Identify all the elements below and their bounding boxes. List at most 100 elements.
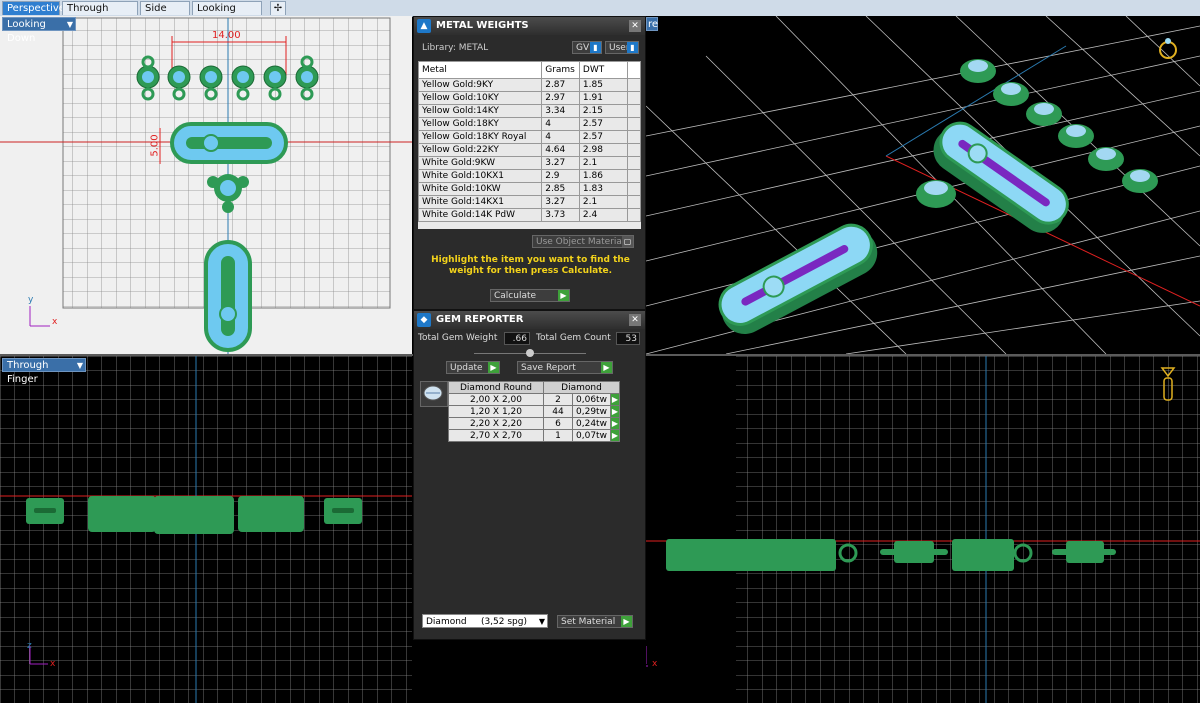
metal-list[interactable]: Metal Grams DWT Yellow Gold:9KY 2.87 1.85 Y… — [418, 61, 641, 229]
material-select[interactable]: Diamond (3,52 spg) ▼ — [422, 614, 548, 628]
metal-cell-metal: Yellow Gold:14KY — [418, 104, 543, 118]
metal-row[interactable]: Yellow Gold:9KY 2.87 1.85 — [418, 78, 641, 92]
gem-table: Diamond Round Diamond 2,00 X 2,00 2 0,06tw ▶ 1… — [448, 381, 620, 442]
metal-cell-dwt: 1.91 — [578, 91, 628, 105]
dimension-height-label: 5.00 — [149, 134, 161, 157]
metal-cell-metal: Yellow Gold:18KY Royal — [418, 130, 543, 144]
gem-reporter-icon: ◆ — [417, 313, 431, 327]
gem-cell-count: 6 — [543, 417, 573, 430]
user-toggle[interactable]: User ▮ — [605, 41, 639, 54]
viewport-looking-down[interactable]: 14.00 5.00 y x Looking Down ▼ — [0, 16, 412, 354]
gem-cell-weight: 0,07tw — [572, 429, 611, 442]
viewport-side-view[interactable]: z x — [646, 356, 1200, 703]
tab-through-finger[interactable]: Through Finger — [62, 1, 138, 28]
metal-cell-spacer — [626, 208, 641, 222]
slider-handle[interactable] — [526, 349, 534, 357]
use-object-materials-toggle[interactable]: Use Object Materials ▢ — [532, 235, 634, 248]
gem-header-row: Diamond Round Diamond — [448, 381, 620, 394]
viewport-menu-looking-down[interactable]: Looking Down ▼ — [2, 17, 76, 44]
gem-row-go-button[interactable]: ▶ — [609, 429, 620, 442]
gem-row[interactable]: 2,20 X 2,20 6 0,24tw ▶ — [448, 417, 620, 430]
metal-cell-metal: Yellow Gold:10KY — [418, 91, 543, 105]
perspective-canvas — [646, 16, 1200, 354]
metal-cell-spacer — [626, 130, 641, 144]
metal-cell-grams: 2.9 — [541, 169, 580, 183]
metal-cell-spacer — [626, 195, 641, 209]
viewport-menu-perspective[interactable]: re — [646, 17, 658, 31]
gem-cell-count: 44 — [543, 405, 573, 418]
axis-x-label-right: x — [652, 659, 658, 669]
gv-toggle[interactable]: GV ▮ — [572, 41, 602, 54]
metal-cell-metal: White Gold:14KX1 — [418, 195, 543, 209]
metal-cell-dwt: 2.98 — [578, 143, 628, 157]
close-icon[interactable]: ✕ — [629, 314, 641, 326]
metal-row[interactable]: Yellow Gold:10KY 2.97 1.91 — [418, 91, 641, 105]
gem-cell-weight: 0,06tw — [572, 393, 611, 406]
metal-row[interactable]: White Gold:10KX1 2.9 1.86 — [418, 169, 641, 183]
metal-cell-spacer — [626, 169, 641, 183]
metal-weights-panel: ▲ METAL WEIGHTS ✕ Library: METAL GV ▮ Use… — [413, 16, 646, 310]
gem-cell-count: 1 — [543, 429, 573, 442]
through-finger-canvas — [0, 356, 412, 703]
gem-row[interactable]: 1,20 X 1,20 44 0,29tw ▶ — [448, 405, 620, 418]
metal-cell-metal: White Gold:9KW — [418, 156, 543, 170]
viewport-menu-through-finger[interactable]: Through Finger ▼ — [2, 358, 86, 385]
metal-row[interactable]: Yellow Gold:18KY Royal 4 2.57 — [418, 130, 641, 144]
tab-side-view[interactable]: Side View — [140, 1, 190, 28]
metal-row[interactable]: White Gold:14KX1 3.27 2.1 — [418, 195, 641, 209]
total-gem-weight-label: Total Gem Weight — [418, 333, 498, 343]
metal-cell-metal: Yellow Gold:18KY — [418, 117, 543, 131]
gem-row-go-button[interactable]: ▶ — [609, 393, 620, 406]
set-material-button[interactable]: Set Material ▶ — [557, 615, 633, 628]
metal-row[interactable]: White Gold:14K PdW 3.73 2.4 — [418, 208, 641, 222]
metal-weights-titlebar[interactable]: ▲ METAL WEIGHTS ✕ — [414, 17, 645, 35]
metal-cell-grams: 3.73 — [541, 208, 580, 222]
add-tab-button[interactable]: ✢ — [270, 1, 286, 15]
metal-cell-spacer — [626, 91, 641, 105]
gem-shape-thumbnail[interactable] — [420, 381, 448, 407]
close-icon[interactable]: ✕ — [629, 20, 641, 32]
gem-row-go-button[interactable]: ▶ — [609, 417, 620, 430]
gem-header-shape: Diamond Round — [448, 381, 544, 394]
gem-row[interactable]: 2,00 X 2,00 2 0,06tw ▶ — [448, 393, 620, 406]
gem-cell-count: 2 — [543, 393, 573, 406]
metal-cell-spacer — [626, 78, 641, 92]
metal-cell-grams: 4 — [541, 130, 580, 144]
calculate-instruction: Highlight the item you want to find the … — [431, 255, 630, 276]
metal-cell-dwt: 2.57 — [578, 130, 628, 144]
update-button[interactable]: Update ▶ — [446, 361, 500, 374]
axis-x-label: x — [52, 317, 58, 327]
metal-row[interactable]: Yellow Gold:14KY 3.34 2.15 — [418, 104, 641, 118]
dimension-width-label: 14.00 — [212, 30, 241, 41]
metal-row[interactable]: White Gold:10KW 2.85 1.83 — [418, 182, 641, 196]
save-report-button[interactable]: Save Report ▶ — [517, 361, 613, 374]
viewport-perspective[interactable]: re — [646, 16, 1200, 354]
metal-cell-dwt: 2.1 — [578, 156, 628, 170]
gem-reporter-titlebar[interactable]: ◆ GEM REPORTER ✕ — [414, 311, 645, 329]
metal-row[interactable]: White Gold:9KW 3.27 2.1 — [418, 156, 641, 170]
library-label: Library: METAL — [422, 43, 489, 53]
calculate-button[interactable]: Calculate ▶ — [490, 289, 570, 302]
metal-cell-metal: Yellow Gold:9KY — [418, 78, 543, 92]
ring-orientation-icon — [1160, 367, 1176, 401]
metal-table: Metal Grams DWT Yellow Gold:9KY 2.87 1.85 Y… — [418, 61, 641, 222]
total-gem-count-label: Total Gem Count — [536, 333, 611, 343]
col-grams: Grams — [541, 61, 580, 79]
metal-row[interactable]: Yellow Gold:18KY 4 2.57 — [418, 117, 641, 131]
gem-row-go-button[interactable]: ▶ — [609, 405, 620, 418]
tab-looking-down[interactable]: Looking Down — [192, 1, 262, 28]
viewport-through-finger[interactable]: z x Through Finger ▼ — [0, 356, 412, 703]
view-tab-bar: Perspective Through Finger Side View Loo… — [0, 0, 1200, 28]
metal-cell-grams: 4 — [541, 117, 580, 131]
metal-row[interactable]: Yellow Gold:22KY 4.64 2.98 — [418, 143, 641, 157]
tab-perspective[interactable]: Perspective — [2, 1, 65, 15]
side-view-canvas — [646, 356, 1200, 703]
gem-reporter-panel: ◆ GEM REPORTER ✕ Total Gem Weight .66 To… — [413, 310, 646, 640]
gem-cell-size: 2,70 X 2,70 — [448, 429, 544, 442]
looking-down-canvas — [0, 17, 412, 354]
metal-cell-dwt: 1.86 — [578, 169, 628, 183]
gem-cell-size: 1,20 X 1,20 — [448, 405, 544, 418]
metal-cell-spacer — [626, 156, 641, 170]
metal-cell-dwt: 2.1 — [578, 195, 628, 209]
gem-row[interactable]: 2,70 X 2,70 1 0,07tw ▶ — [448, 429, 620, 442]
